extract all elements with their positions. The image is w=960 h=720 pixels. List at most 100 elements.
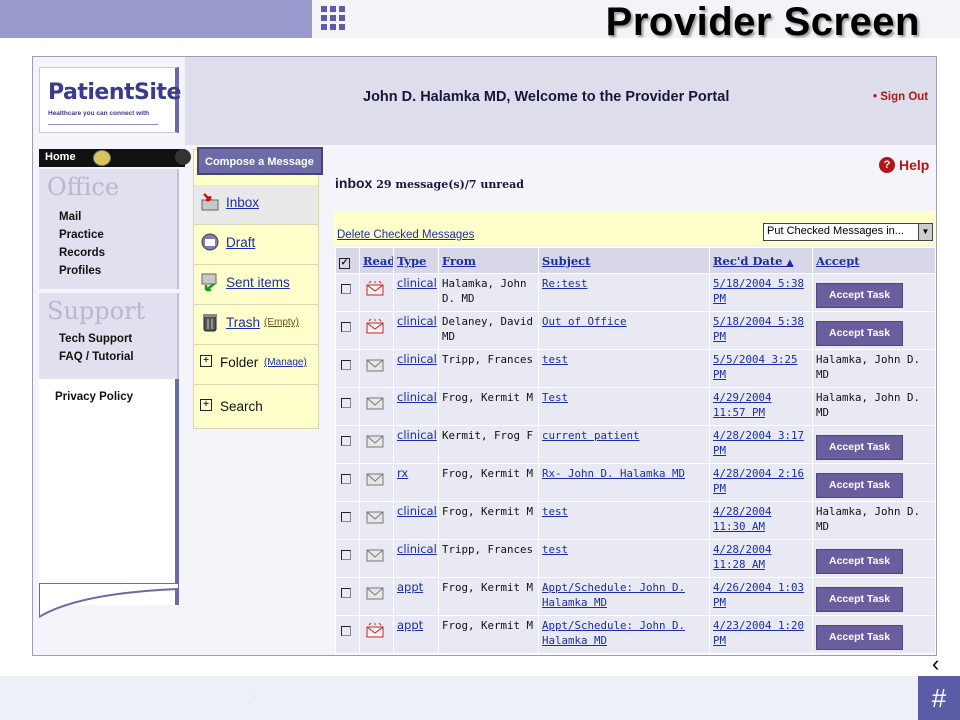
- column-header-from[interactable]: From: [438, 247, 539, 274]
- nav-item-records[interactable]: Records: [59, 247, 105, 259]
- nav-item-practice[interactable]: Practice: [59, 229, 104, 241]
- accept-task-button[interactable]: Accept Task: [816, 435, 904, 460]
- folder-custom[interactable]: + Folder (Manage): [194, 345, 318, 385]
- unread-urgent-envelope-icon: [366, 623, 384, 638]
- nav-item-privacy[interactable]: Privacy Policy: [55, 391, 133, 403]
- type-link[interactable]: clinical: [397, 428, 437, 442]
- table-row[interactable]: appt Frog, Kermit M Appt/Schedule: John D.…: [335, 615, 936, 654]
- subject-link[interactable]: Rx- John D. Halamka MD: [542, 467, 685, 480]
- subject-link[interactable]: Appt/Schedule: John D. Halamka MD: [542, 581, 685, 609]
- date-link[interactable]: 4/28/2004 11:28 AM: [713, 543, 772, 571]
- nav-curl-decoration: [39, 583, 179, 619]
- patientsite-logo[interactable]: PatientSite Healthcare you can connect w…: [39, 67, 181, 133]
- folder-sent-items[interactable]: Sent items: [194, 265, 318, 305]
- date-link[interactable]: 4/26/2004 1:03 PM: [713, 581, 804, 609]
- folder-draft[interactable]: Draft: [194, 225, 318, 265]
- help-link[interactable]: Help: [899, 157, 929, 173]
- nav-item-tech-support[interactable]: Tech Support: [59, 333, 132, 345]
- sign-out-link[interactable]: • Sign Out: [873, 91, 928, 103]
- subject-link[interactable]: test: [542, 543, 568, 556]
- nav-item-mail[interactable]: Mail: [59, 211, 81, 223]
- table-row[interactable]: clinical Tripp, Frances test 5/5/2004 3:25 …: [335, 349, 936, 388]
- subject-link[interactable]: test: [542, 505, 568, 518]
- row-checkbox[interactable]: [341, 398, 351, 408]
- table-row[interactable]: appt Frog, Kermit M Appt/Schedule: John D.…: [335, 577, 936, 616]
- delete-checked-link[interactable]: Delete Checked Messages: [337, 229, 474, 241]
- type-link[interactable]: clinical: [397, 390, 437, 404]
- type-link[interactable]: clinical: [397, 542, 437, 556]
- help-icon[interactable]: ?: [879, 157, 895, 173]
- from-cell: Tripp, Frances: [438, 539, 539, 578]
- type-link[interactable]: appt: [397, 618, 423, 632]
- select-all-checkbox[interactable]: ✓: [339, 258, 350, 269]
- accept-task-button[interactable]: Accept Task: [816, 587, 904, 612]
- back-arrow-icon[interactable]: ‹: [932, 652, 939, 676]
- subject-link[interactable]: test: [542, 353, 568, 366]
- table-row[interactable]: clinical Tripp, Frances test 4/28/2004 11:2…: [335, 539, 936, 578]
- subject-link[interactable]: Re:test: [542, 277, 588, 290]
- folder-trash[interactable]: Trash (Empty): [194, 305, 318, 345]
- table-row[interactable]: rx Frog, Kermit M Rx- John D. Halamka MD 4/…: [335, 463, 936, 502]
- table-row[interactable]: clinical Kermit, Frog Fcurrent patient 4/2…: [335, 425, 936, 464]
- row-checkbox[interactable]: [341, 588, 351, 598]
- move-to-folder-select[interactable]: Put Checked Messages in... ▼: [763, 223, 933, 241]
- nav-item-faq[interactable]: FAQ / Tutorial: [59, 351, 134, 363]
- column-header-type[interactable]: Type: [393, 247, 439, 274]
- from-cell: Frog, Kermit M: [438, 501, 539, 540]
- subject-cell: Test: [538, 387, 710, 426]
- select-all-header[interactable]: ✓: [335, 247, 360, 274]
- accept-task-button[interactable]: Accept Task: [816, 625, 904, 650]
- date-link[interactable]: 5/18/2004 5:38 PM: [713, 315, 804, 343]
- accept-task-button[interactable]: Accept Task: [816, 549, 904, 574]
- subject-link[interactable]: Out of Office: [542, 315, 627, 328]
- date-link[interactable]: 5/5/2004 3:25 PM: [713, 353, 798, 381]
- column-header-accept[interactable]: Accept: [812, 247, 936, 274]
- folder-search[interactable]: + Search: [194, 389, 318, 429]
- table-row[interactable]: clinical Halamka, John D. MD Re:test 5/18/2…: [335, 273, 936, 312]
- date-link[interactable]: 4/28/2004 11:30 AM: [713, 505, 772, 533]
- type-link[interactable]: clinical: [397, 314, 437, 328]
- row-checkbox[interactable]: [341, 626, 351, 636]
- date-link[interactable]: 5/18/2004 5:38 PM: [713, 277, 804, 305]
- subject-link[interactable]: current patient: [542, 429, 640, 442]
- folder-inbox[interactable]: Inbox: [194, 185, 318, 225]
- date-link[interactable]: 4/23/2004 1:20 PM: [713, 619, 804, 647]
- folder-manage-link[interactable]: (Manage): [264, 357, 307, 368]
- column-header-subject[interactable]: Subject: [538, 247, 710, 274]
- subject-link[interactable]: Appt/Schedule: John D. Halamka MD: [542, 619, 685, 647]
- accept-task-button[interactable]: Accept Task: [816, 283, 904, 308]
- expand-icon[interactable]: +: [200, 399, 212, 411]
- date-link[interactable]: 4/28/2004 3:17 PM: [713, 429, 804, 457]
- accept-task-button[interactable]: Accept Task: [816, 321, 904, 346]
- row-checkbox[interactable]: [341, 436, 351, 446]
- row-checkbox[interactable]: [341, 284, 351, 294]
- accept-task-button[interactable]: Accept Task: [816, 473, 904, 498]
- home-link[interactable]: Home: [39, 149, 185, 167]
- unread-urgent-envelope-icon: [366, 319, 384, 334]
- column-header-date[interactable]: Rec'd Date ▲: [709, 247, 813, 274]
- table-row[interactable]: clinical Delaney, David MD Out of Office 5/…: [335, 311, 936, 350]
- table-row[interactable]: clinical Frog, Kermit Mtest 4/28/2004 11:3…: [335, 501, 936, 540]
- row-checkbox[interactable]: [341, 512, 351, 522]
- type-link[interactable]: clinical: [397, 504, 437, 518]
- type-link[interactable]: appt: [397, 580, 423, 594]
- type-link[interactable]: rx: [397, 466, 408, 480]
- compose-message-button[interactable]: Compose a Message: [197, 147, 323, 175]
- trash-empty-link[interactable]: (Empty): [264, 317, 299, 328]
- expand-icon[interactable]: +: [200, 355, 212, 367]
- table-row[interactable]: clinical Frog, Kermit M Test 4/29/2004 11:5…: [335, 387, 936, 426]
- date-link[interactable]: 4/29/2004 11:57 PM: [713, 391, 772, 419]
- type-link[interactable]: clinical: [397, 352, 437, 366]
- row-checkbox[interactable]: [341, 360, 351, 370]
- type-link[interactable]: clinical: [397, 276, 437, 290]
- column-header-read[interactable]: Read: [359, 247, 394, 274]
- nav-item-profiles[interactable]: Profiles: [59, 265, 101, 277]
- subject-link[interactable]: Test: [542, 391, 568, 404]
- type-cell: clinical: [393, 425, 439, 464]
- row-checkbox[interactable]: [341, 550, 351, 560]
- row-checkbox[interactable]: [341, 474, 351, 484]
- accept-cell: Accept Task: [812, 273, 936, 312]
- accept-cell: Accept Task: [812, 425, 936, 464]
- row-checkbox[interactable]: [341, 322, 351, 332]
- date-link[interactable]: 4/28/2004 2:16 PM: [713, 467, 804, 495]
